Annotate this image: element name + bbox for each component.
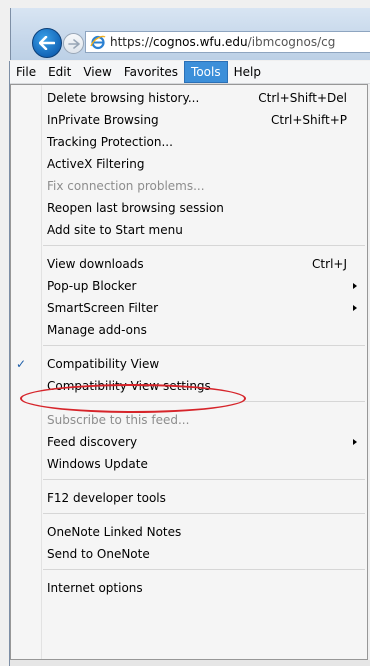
menu-separator [43,345,365,346]
menu-help[interactable]: Help [228,61,267,83]
submenu-arrow-icon [353,305,357,311]
menu-separator [43,245,365,246]
menu-separator [43,513,365,514]
address-bar[interactable]: https://cognos.wfu.edu/ibmcognos/cg [85,31,370,53]
menu-item-view-downloads[interactable]: View downloads Ctrl+J [11,253,367,275]
forward-arrow-icon [67,38,80,49]
menu-item-label: Delete browsing history... [47,91,200,105]
menu-item-label: Fix connection problems... [47,179,205,193]
status-strip [10,660,370,666]
menu-item-label: Internet options [47,581,143,595]
tools-dropdown-menu: Delete browsing history... Ctrl+Shift+De… [10,84,368,660]
url-host: cognos.wfu.edu [153,35,248,49]
menu-item-popup-blocker[interactable]: Pop-up Blocker [11,275,367,297]
menu-item-label: Compatibility View [47,357,160,371]
menu-view[interactable]: View [77,61,117,83]
menu-tools[interactable]: Tools [184,61,228,83]
submenu-arrow-icon [353,439,357,445]
menu-item-label: Tracking Protection... [47,135,173,149]
menu-item-label: Pop-up Blocker [47,279,137,293]
menu-item-smartscreen-filter[interactable]: SmartScreen Filter [11,297,367,319]
menu-item-activex-filtering[interactable]: ActiveX Filtering [11,153,367,175]
menu-item-label: InPrivate Browsing [47,113,159,127]
highlight-annotation-oval [20,384,246,413]
menu-file[interactable]: File [10,61,42,83]
menu-item-shortcut: Ctrl+Shift+Del [258,91,347,105]
url-scheme: https:// [110,35,154,49]
menu-favorites[interactable]: Favorites [118,61,184,83]
menu-item-send-to-onenote[interactable]: Send to OneNote [11,543,367,565]
menu-item-label: ActiveX Filtering [47,157,145,171]
menu-item-label: OneNote Linked Notes [47,525,182,539]
title-bar: https://cognos.wfu.edu/ibmcognos/cg [10,8,370,60]
menu-bar: File Edit View Favorites Tools Help [10,61,370,84]
menu-item-delete-browsing-history[interactable]: Delete browsing history... Ctrl+Shift+De… [11,87,367,109]
internet-explorer-icon [90,35,106,50]
menu-item-label: Windows Update [47,457,148,471]
menu-item-shortcut: Ctrl+J [312,257,347,271]
menu-item-feed-discovery[interactable]: Feed discovery [11,431,367,453]
check-icon: ✓ [16,357,27,371]
menu-item-compatibility-view[interactable]: ✓ Compatibility View [11,353,367,375]
menu-item-reopen-last-session[interactable]: Reopen last browsing session [11,197,367,219]
menu-item-label: F12 developer tools [47,491,166,505]
url-path: /ibmcognos/cg [247,35,336,49]
menu-item-label: Manage add-ons [47,323,147,337]
menu-item-fix-connection-problems: Fix connection problems... [11,175,367,197]
menu-item-subscribe-to-feed: Subscribe to this feed... [11,409,367,431]
menu-item-f12-developer-tools[interactable]: F12 developer tools [11,487,367,509]
menu-item-onenote-linked-notes[interactable]: OneNote Linked Notes [11,521,367,543]
submenu-arrow-icon [353,283,357,289]
menu-item-label: View downloads [47,257,144,271]
menu-separator [43,569,365,570]
menu-item-label: Add site to Start menu [47,223,183,237]
menu-item-label: Send to OneNote [47,547,150,561]
menu-item-label: Feed discovery [47,435,138,449]
menu-item-windows-update[interactable]: Windows Update [11,453,367,475]
menu-item-shortcut: Ctrl+Shift+P [271,113,347,127]
browser-window: https://cognos.wfu.edu/ibmcognos/cg File… [0,0,370,666]
forward-button[interactable] [63,33,84,54]
menu-item-label: Reopen last browsing session [47,201,224,215]
back-arrow-icon [39,36,55,50]
menu-item-tracking-protection[interactable]: Tracking Protection... [11,131,367,153]
menu-edit[interactable]: Edit [42,61,77,83]
menu-item-manage-addons[interactable]: Manage add-ons [11,319,367,341]
menu-separator [43,479,365,480]
menu-item-inprivate-browsing[interactable]: InPrivate Browsing Ctrl+Shift+P [11,109,367,131]
back-button[interactable] [32,28,62,58]
menu-item-internet-options[interactable]: Internet options [11,577,367,599]
menu-item-add-site-to-start[interactable]: Add site to Start menu [11,219,367,241]
menu-item-label: SmartScreen Filter [47,301,159,315]
